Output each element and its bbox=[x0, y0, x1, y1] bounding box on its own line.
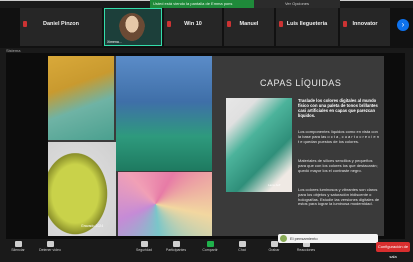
security-label: Seguridad bbox=[136, 248, 152, 252]
slide-intro: Traslade los colores digitales al mundo … bbox=[298, 98, 378, 118]
slide-title: CAPAS LÍQUIDAS bbox=[260, 78, 342, 88]
mute-label: Silenciar bbox=[11, 248, 25, 252]
participant-strip: Daniel Pinzon Ximena... Win 10 Manuel Lu… bbox=[0, 8, 413, 48]
participant-name: Ximena... bbox=[107, 40, 122, 44]
next-participants-button[interactable]: › bbox=[397, 19, 409, 31]
slide-bullet: Materiales de sílices sencillos y pequeñ… bbox=[298, 158, 378, 173]
participants-button[interactable]: Participantes bbox=[162, 241, 190, 255]
chat-icon bbox=[238, 241, 246, 247]
bag-photo-teal bbox=[116, 56, 212, 171]
chat-preview-text: El pensamiento bbox=[290, 236, 318, 241]
camera-icon bbox=[46, 241, 54, 247]
video-label: Detener video bbox=[39, 248, 61, 252]
participant-name: Manuel bbox=[239, 21, 259, 27]
reactions-label: Reacciones bbox=[296, 248, 316, 252]
sharing-banner: Usted está viendo la pantalla de Emma po… bbox=[150, 0, 350, 8]
participant-name: Daniel Pinzon bbox=[42, 21, 80, 27]
room-settings-button[interactable]: Configuración de sala bbox=[376, 242, 410, 259]
presentation-slide: Gravado 2024 Lana Jeff CAPAS LÍQUIDAS Tr… bbox=[48, 56, 384, 236]
participant-name: Luis Ilegueteria bbox=[286, 21, 328, 27]
participant-tile[interactable]: Luis Ilegueteria bbox=[276, 8, 338, 46]
record-icon bbox=[270, 241, 278, 247]
participant-tile[interactable]: Manuel bbox=[224, 8, 274, 46]
reactions-button[interactable]: Reacciones bbox=[292, 241, 320, 255]
people-icon bbox=[172, 241, 180, 247]
bag-photo-green bbox=[226, 98, 292, 192]
participant-tile[interactable]: Win 10 bbox=[164, 8, 222, 46]
chat-button[interactable]: Chat bbox=[228, 241, 256, 255]
slide-bullet: Los colores luminosos y vibrantes son cl… bbox=[298, 187, 380, 207]
sharing-status-text: Usted está viendo la pantalla de Emma po… bbox=[150, 0, 268, 8]
participant-video-tile[interactable]: Ximena... bbox=[104, 8, 162, 46]
share-screen-icon bbox=[206, 241, 214, 247]
participant-name: Innovator bbox=[352, 21, 378, 27]
participant-name: Win 10 bbox=[184, 21, 202, 27]
mic-icon bbox=[14, 241, 22, 247]
video-button[interactable]: Detener video bbox=[36, 241, 64, 255]
participant-video bbox=[119, 13, 145, 41]
share-label: Compartir bbox=[202, 248, 218, 252]
chat-label: Chat bbox=[238, 248, 246, 252]
avatar bbox=[280, 235, 287, 242]
mute-button[interactable]: Silenciar bbox=[4, 241, 32, 255]
record-label: Grabar bbox=[268, 248, 280, 252]
chat-preview-popup[interactable]: El pensamiento bbox=[278, 234, 378, 243]
share-screen-button[interactable]: Compartir bbox=[196, 241, 224, 255]
participant-tile[interactable]: Innovator bbox=[340, 8, 390, 46]
record-button[interactable]: Grabar bbox=[260, 241, 288, 255]
participant-tile[interactable]: Daniel Pinzon bbox=[20, 8, 102, 46]
photo-credit: Lana Jeff bbox=[268, 183, 281, 187]
marbled-pattern-photo bbox=[118, 172, 212, 236]
shield-icon bbox=[140, 241, 148, 247]
chevron-right-icon: › bbox=[401, 20, 405, 29]
view-options-button[interactable]: Ver Opciones bbox=[254, 0, 340, 8]
bag-photo-yellow bbox=[48, 56, 114, 140]
participants-label: Participantes bbox=[165, 248, 187, 252]
photo-caption: Gravado 2024 bbox=[81, 224, 104, 228]
bag-photo-lime bbox=[48, 142, 116, 236]
slide-bullet: Los componentes líquidos como en vista c… bbox=[298, 129, 379, 144]
security-button[interactable]: Seguridad bbox=[130, 241, 158, 255]
